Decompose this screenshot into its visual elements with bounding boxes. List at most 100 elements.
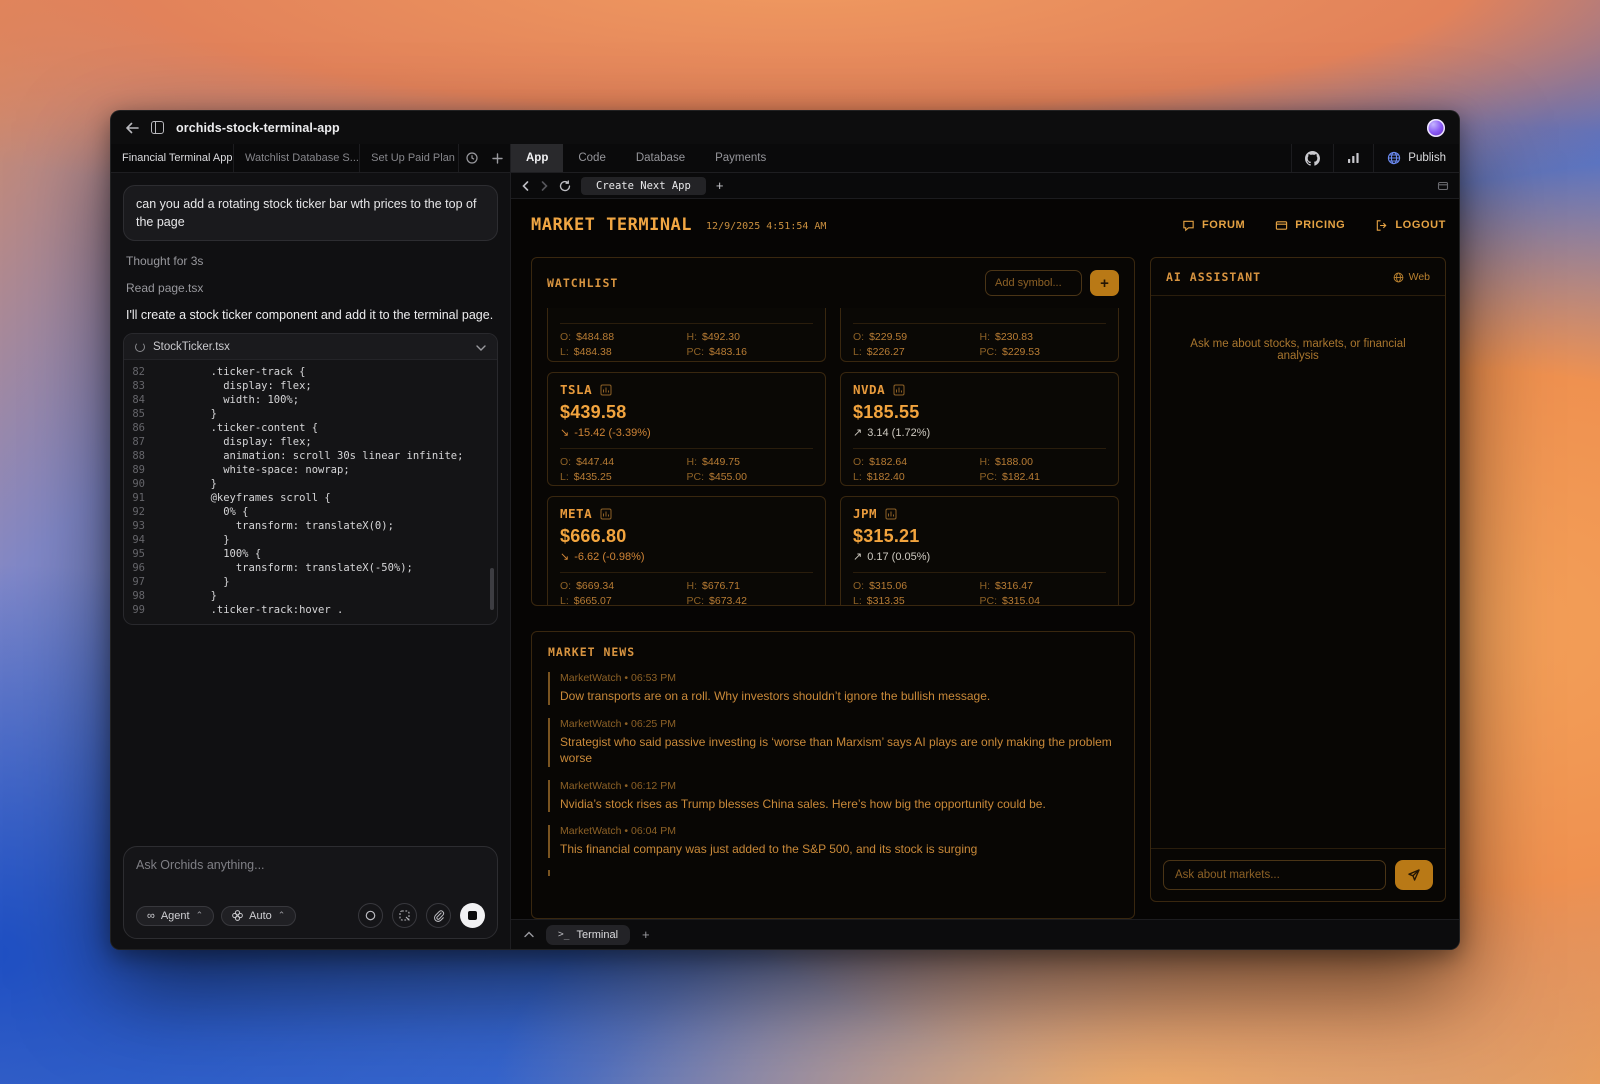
code-text: transform: translateX(0); <box>160 520 394 533</box>
mini-chart-icon[interactable] <box>885 508 897 520</box>
tool-call-label[interactable]: Read page.tsx <box>123 281 498 295</box>
web-toggle[interactable]: Web <box>1393 271 1430 283</box>
prev-close-label: PC: <box>979 471 998 483</box>
chevron-down-icon[interactable] <box>476 340 486 354</box>
logout-button[interactable]: LOGOUT <box>1375 219 1446 232</box>
app-tab[interactable]: Code <box>563 144 621 172</box>
news-headline[interactable]: Dow transports are on a roll. Why invest… <box>560 688 1118 705</box>
prev-close-value: $455.00 <box>709 471 747 483</box>
change-value: -15.42 (-3.39%) <box>574 426 651 439</box>
prev-close-label: PC: <box>686 346 705 358</box>
stock-card[interactable]: META $666.80 ↘ -6.62 (-0.98%) O: $669.34… <box>547 496 826 606</box>
stock-card[interactable]: NVDA $185.55 ↗ 3.14 (1.72%) O: $182.64 H… <box>840 372 1119 486</box>
watchlist-panel: WATCHLIST + <box>531 257 1135 606</box>
code-scrollbar-thumb[interactable] <box>490 568 494 611</box>
nav-back-icon[interactable] <box>521 180 530 191</box>
prev-close-value: $673.42 <box>709 595 747 606</box>
news-headline[interactable]: Strategist who said passive investing is… <box>560 734 1118 767</box>
model-select-button[interactable]: Auto ⌃ <box>221 905 297 926</box>
news-item: MarketWatch • 06:53 PM Dow transports ar… <box>548 672 1118 705</box>
new-preview-tab-icon[interactable]: + <box>716 178 724 193</box>
stock-change: ↘ -15.42 (-3.39%) <box>560 426 813 440</box>
stock-card-partial[interactable]: O: $484.88 H: $492.30 L: $484.38 PC: $483.16 <box>547 308 826 362</box>
news-headline[interactable]: Nvidia’s stock rises as Trump blesses Ch… <box>560 796 1118 813</box>
preview-tab[interactable]: Create Next App <box>581 176 706 195</box>
mini-chart-icon[interactable] <box>893 384 905 396</box>
app-tab[interactable]: Payments <box>700 144 781 172</box>
mini-chart-icon[interactable] <box>600 508 612 520</box>
stock-card[interactable]: TSLA $439.58 ↘ -15.42 (-3.39%) O: $447.4… <box>547 372 826 486</box>
news-headline[interactable]: This financial company was just added to… <box>560 841 1118 858</box>
mini-chart-icon[interactable] <box>600 384 612 396</box>
new-terminal-icon[interactable]: + <box>642 927 650 942</box>
code-line: 97 } <box>124 575 497 589</box>
add-symbol-input[interactable] <box>985 270 1082 296</box>
add-symbol-group: + <box>985 270 1119 296</box>
news-title: MARKET NEWS <box>548 645 636 659</box>
composer: ∞ Agent ⌃ Auto ⌃ <box>123 846 498 939</box>
publish-button[interactable]: Publish <box>1373 144 1459 172</box>
new-chat-tab-icon[interactable] <box>485 144 510 172</box>
prev-close-label: PC: <box>686 471 705 483</box>
analytics-icon[interactable] <box>1333 144 1373 172</box>
stock-card[interactable]: JPM $315.21 ↗ 0.17 (0.05%) O: $315.06 H:… <box>840 496 1119 605</box>
stop-button[interactable] <box>460 903 485 928</box>
app-tab[interactable]: Database <box>621 144 700 172</box>
chat-tab[interactable]: Set Up Paid Plan <box>360 144 459 172</box>
stock-card-partial[interactable]: O: $229.59 H: $230.83 L: $226.27 PC: $229.53 <box>840 308 1119 362</box>
code-text: display: flex; <box>160 436 312 449</box>
expand-terminal-icon[interactable] <box>524 931 534 938</box>
pricing-button[interactable]: PRICING <box>1275 219 1345 232</box>
card-divider <box>853 323 1106 324</box>
news-item: MarketWatch • 06:12 PM Nvidia’s stock ri… <box>548 779 1118 813</box>
select-region-button[interactable] <box>392 903 417 928</box>
app-tab-list: App Code Database Payments Publish <box>511 144 1459 172</box>
open-value: $315.06 <box>869 580 908 592</box>
history-clock-icon[interactable] <box>459 144 485 172</box>
pricing-label: PRICING <box>1295 219 1346 231</box>
code-line: 96 transform: translateX(-50%); <box>124 561 497 575</box>
news-source: MarketWatch • 06:25 PM <box>560 718 1118 730</box>
news-source-name: MarketWatch <box>560 672 622 684</box>
code-card-header[interactable]: StockTicker.tsx <box>124 334 497 361</box>
avatar[interactable] <box>1427 118 1445 137</box>
github-icon[interactable] <box>1291 144 1333 172</box>
app-tab-label: Database <box>635 152 686 164</box>
attach-icon[interactable] <box>426 903 451 928</box>
nav-forward-icon[interactable] <box>540 180 549 191</box>
add-symbol-button[interactable]: + <box>1090 270 1119 296</box>
line-number: 87 <box>132 436 145 449</box>
line-number: 95 <box>132 548 145 561</box>
app-tab[interactable]: App <box>511 144 564 172</box>
code-line: 99 .ticker-track:hover . <box>124 603 497 617</box>
open-value: $669.34 <box>576 580 615 592</box>
terminal-tab[interactable]: >_ Terminal <box>546 924 631 945</box>
open-label: O: <box>560 580 572 592</box>
chat-tab[interactable]: Watchlist Database S... <box>234 144 361 172</box>
composer-input[interactable] <box>136 858 485 903</box>
news-source-name: MarketWatch <box>560 717 622 730</box>
refresh-icon[interactable] <box>559 179 571 192</box>
thought-summary[interactable]: Thought for 3s <box>123 254 498 268</box>
chat-tab-label: Financial Terminal App <box>122 152 233 164</box>
terminal-menu: FORUM PRICING LOGOUT <box>1182 219 1446 232</box>
chevron-up-icon: ⌃ <box>195 910 204 920</box>
ai-send-button[interactable] <box>1395 860 1433 890</box>
agent-mode-button[interactable]: ∞ Agent ⌃ <box>136 905 215 926</box>
low-value: $435.25 <box>573 471 612 483</box>
ai-input[interactable] <box>1163 860 1386 890</box>
context-circle-button[interactable] <box>358 903 383 928</box>
line-number: 85 <box>132 408 145 421</box>
open-window-icon[interactable] <box>1437 180 1449 192</box>
terminal-main-column: WATCHLIST + <box>531 257 1135 919</box>
trend-arrow-icon: ↘ <box>560 427 570 439</box>
code-text: 100% { <box>160 548 262 561</box>
publish-label: Publish <box>1408 152 1446 164</box>
code-line: 94 } <box>124 533 497 547</box>
chat-tab[interactable]: Financial Terminal App <box>111 144 235 172</box>
sidebar-toggle-icon[interactable] <box>151 121 164 134</box>
card-divider <box>560 572 813 573</box>
back-icon[interactable] <box>125 122 139 134</box>
forum-button[interactable]: FORUM <box>1182 219 1245 232</box>
send-icon <box>1408 869 1420 881</box>
